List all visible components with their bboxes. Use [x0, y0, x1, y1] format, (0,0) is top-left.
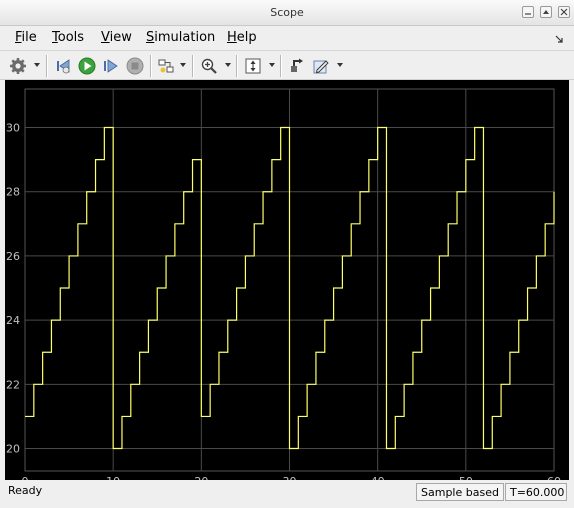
- y-tick-label: 28: [6, 186, 20, 199]
- stop-icon: [126, 57, 144, 75]
- toolbar: [0, 50, 574, 80]
- step-back-icon: [57, 59, 70, 74]
- window-controls: [522, 6, 570, 18]
- zoom-in-icon: [201, 58, 217, 74]
- menu-help-mnemonic: H: [227, 30, 237, 45]
- menu-tools-label: ools: [57, 30, 85, 45]
- minimize-button[interactable]: [522, 6, 534, 18]
- toolbar-separator: [150, 55, 152, 77]
- menu-file-label: ile: [21, 30, 37, 45]
- toolbar-separator: [280, 55, 282, 77]
- menu-view-mnemonic: V: [101, 30, 110, 45]
- simulation-time: T=60.000: [505, 483, 567, 501]
- stop-button[interactable]: [124, 55, 146, 77]
- y-tick-label: 26: [6, 250, 20, 263]
- y-tick-label: 20: [6, 443, 20, 456]
- sample-mode-indicator: Sample based: [416, 483, 504, 501]
- y-tick-label: 22: [6, 378, 20, 391]
- close-button[interactable]: [558, 6, 570, 18]
- highlight-dropdown-arrow[interactable]: [180, 63, 186, 67]
- minimize-icon: [525, 13, 531, 15]
- restore-button[interactable]: [286, 55, 308, 77]
- undock-button[interactable]: [554, 33, 564, 47]
- menu-simulation[interactable]: Simulation: [146, 30, 215, 45]
- scale-axes-icon: [245, 58, 261, 74]
- step-forward-icon: [104, 59, 118, 73]
- close-icon: [560, 8, 568, 16]
- restore-icon: [291, 58, 303, 72]
- menu-help-label: elp: [236, 30, 257, 45]
- menu-file[interactable]: File: [15, 30, 37, 45]
- menu-view[interactable]: View: [101, 30, 132, 45]
- maximize-button[interactable]: [540, 6, 552, 18]
- settings-button[interactable]: [7, 55, 29, 77]
- status-bar: Ready Sample based T=60.000: [0, 480, 574, 508]
- undock-icon: [555, 35, 563, 43]
- scope-display[interactable]: 0102030405060 202224262830: [5, 80, 569, 488]
- style-dropdown-arrow[interactable]: [337, 63, 343, 67]
- style-button[interactable]: [310, 55, 332, 77]
- highlight-block-icon: [158, 59, 174, 73]
- y-tick-labels: 20 22 24 26 28 30: [6, 122, 20, 456]
- zoom-dropdown-arrow[interactable]: [225, 63, 231, 67]
- gear-icon: [10, 58, 26, 74]
- scope-plot: 0102030405060 202224262830: [6, 88, 561, 488]
- toolbar-separator: [192, 55, 194, 77]
- menu-simulation-label: imulation: [154, 30, 216, 45]
- zoom-button[interactable]: [198, 55, 220, 77]
- pencil-icon: [313, 60, 329, 74]
- toolbar-separator: [46, 55, 48, 77]
- menu-bar: File Tools View Simulation Help: [0, 26, 574, 50]
- settings-dropdown-arrow[interactable]: [34, 63, 40, 67]
- menu-view-label: iew: [109, 30, 132, 45]
- y-tick-label: 24: [6, 314, 20, 327]
- toolbar-separator: [236, 55, 238, 77]
- highlight-block-button[interactable]: [155, 55, 177, 77]
- maximize-icon: [543, 10, 549, 14]
- step-back-button[interactable]: [52, 55, 74, 77]
- scale-dropdown-arrow[interactable]: [269, 63, 275, 67]
- y-tick-label: 30: [6, 122, 20, 135]
- menu-tools[interactable]: Tools: [52, 30, 84, 45]
- scale-axes-button[interactable]: [242, 55, 264, 77]
- menu-help[interactable]: Help: [227, 30, 257, 45]
- step-forward-button[interactable]: [100, 55, 122, 77]
- window-title: Scope: [270, 6, 304, 19]
- status-text: Ready: [8, 484, 43, 497]
- run-button[interactable]: [76, 55, 98, 77]
- title-bar: Scope: [0, 0, 574, 26]
- play-icon: [78, 57, 96, 75]
